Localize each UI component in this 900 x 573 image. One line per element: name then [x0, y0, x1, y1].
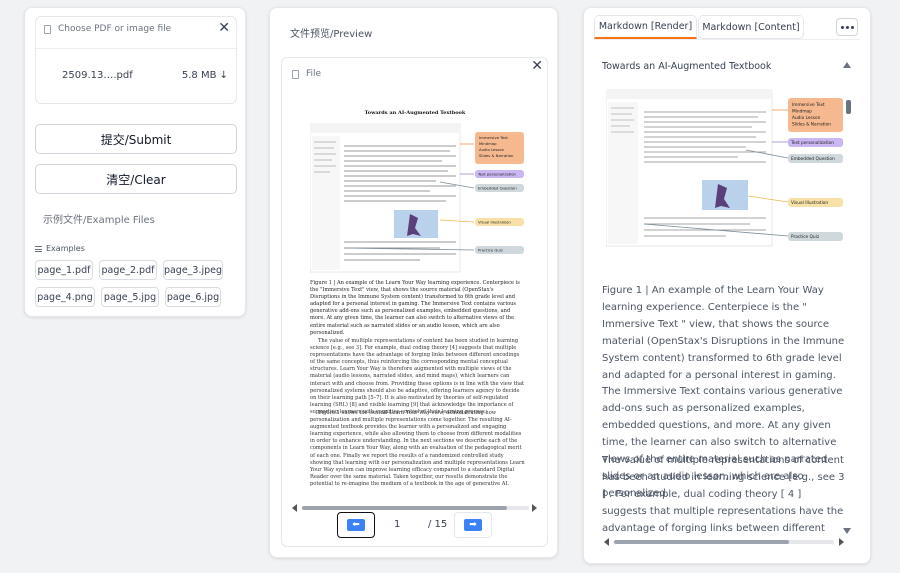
tab-markdown-content[interactable]: Markdown [Content] [698, 15, 804, 39]
scroll-up-arrow[interactable] [843, 62, 851, 68]
divider [36, 48, 236, 49]
example-page-5[interactable]: page_5.jpg [101, 287, 159, 307]
file-icon [44, 24, 51, 34]
example-page-4[interactable]: page_4.png [35, 287, 95, 307]
file-name: 2509.13….pdf [62, 70, 133, 81]
viewer-header: File [292, 69, 321, 79]
scrollbar-thumb[interactable] [614, 540, 789, 544]
markdown-figure: Immersive Text Mindmap Audio Lesson Slid… [606, 89, 843, 247]
close-icon[interactable]: ✕ [531, 59, 543, 73]
more-options-button[interactable] [836, 18, 858, 36]
more-icon-dot [845, 25, 849, 29]
md-callout-visual-illustration: Visual Illustration [791, 200, 828, 206]
clear-button[interactable]: 清空/Clear [35, 164, 237, 194]
examples-header: Examples [35, 244, 85, 253]
callout-text-personalization: Text personalization [477, 172, 517, 177]
example-page-2[interactable]: page_2.pdf [99, 260, 157, 280]
example-files-label: 示例文件/Example Files [43, 215, 155, 226]
callout-audio-lesson: Audio Lesson [479, 147, 505, 152]
callout-practice-quiz: Practice Quiz [478, 248, 503, 253]
md-callout-text-personalization: Text personalization [790, 140, 834, 146]
markdown-panel: Markdown [Render] Markdown [Content] Tow… [583, 7, 871, 564]
callout-immersive-text: Immersive Text [479, 135, 508, 140]
pdf-figure-caption: Figure 1 | An example of the Learn Your … [310, 280, 520, 336]
callout-slides: Slides & Narration [479, 153, 514, 158]
horizontal-scrollbar[interactable] [302, 506, 529, 510]
md-callout-embedded-question: Embedded Question [791, 156, 835, 162]
submit-button[interactable]: 提交/Submit [35, 124, 237, 154]
tab-markdown-render[interactable]: Markdown [Render] [594, 15, 697, 39]
list-icon [35, 245, 42, 252]
callout-mindmap: Mindmap [479, 141, 497, 146]
example-page-3[interactable]: page_3.jpeg [163, 260, 223, 280]
example-page-1[interactable]: page_1.pdf [35, 260, 93, 280]
scroll-right-arrow[interactable] [839, 538, 844, 546]
file-label: File [306, 69, 322, 79]
arrow-right-icon: ➡ [464, 519, 482, 531]
preview-title: 文件预览/Preview [290, 29, 373, 40]
page-number-input[interactable]: 1 [394, 519, 400, 530]
pdf-paragraph-1: The value of multiple representations of… [310, 338, 525, 415]
md-callout-immersive-text: Immersive Text [792, 102, 825, 108]
md-callout-practice-quiz: Practice Quiz [791, 234, 820, 240]
horizontal-scrollbar[interactable] [614, 540, 834, 544]
more-icon [840, 25, 844, 29]
pdf-viewer: File ✕ Towards an AI-Augmented Textbook [281, 57, 548, 547]
upload-header: Choose PDF or image file [36, 17, 236, 41]
md-callout-mindmap: Mindmap [792, 109, 812, 115]
scrollbar-thumb[interactable] [302, 506, 507, 510]
pdf-figure: Immersive Text Mindmap Audio Lesson Slid… [310, 123, 524, 273]
vertical-scrollbar-thumb[interactable] [846, 100, 851, 114]
upload-placeholder: Choose PDF or image file [58, 24, 172, 34]
arrow-left-icon: ⬅ [347, 519, 365, 531]
md-callout-audio-lesson: Audio Lesson [792, 115, 821, 121]
tab-divider [594, 39, 860, 40]
upload-panel: Choose PDF or image file ✕ 2509.13….pdf … [24, 7, 246, 317]
scroll-right-arrow[interactable] [532, 504, 537, 512]
file-upload-box[interactable]: Choose PDF or image file ✕ 2509.13….pdf … [35, 16, 237, 104]
markdown-heading: Towards an AI-Augmented Textbook [602, 61, 772, 72]
prev-page-button[interactable]: ⬅ [337, 512, 375, 538]
uploaded-file-row: 2509.13….pdf 5.8 MB ↓ [62, 70, 228, 81]
more-icon-dot [850, 25, 854, 29]
file-size-download[interactable]: 5.8 MB ↓ [182, 70, 228, 81]
page-total: / 15 [428, 519, 448, 530]
scroll-left-arrow[interactable] [292, 504, 297, 512]
pdf-paragraph-2: Figure 1 shows the central Learn Your Wa… [310, 410, 525, 487]
preview-panel: 文件预览/Preview File ✕ Towards an AI-Augmen… [269, 7, 558, 558]
pdf-page: Towards an AI-Augmented Textbook Immersi… [294, 104, 536, 506]
callout-embedded-question: Embedded Question [478, 186, 517, 191]
example-page-6[interactable]: page_6.jpg [165, 287, 221, 307]
scroll-left-arrow[interactable] [604, 538, 609, 546]
examples-header-label: Examples [46, 244, 85, 253]
scroll-down-arrow[interactable] [843, 528, 851, 534]
pdf-title: Towards an AI-Augmented Textbook [364, 110, 466, 116]
next-page-button[interactable]: ➡ [454, 512, 492, 538]
markdown-paragraph-1: The value of multiple representations of… [602, 455, 845, 534]
callout-visual-illustration: Visual Illustration [478, 220, 511, 225]
file-icon [292, 69, 299, 79]
close-icon[interactable]: ✕ [218, 21, 230, 35]
md-callout-slides: Slides & Narration [792, 122, 831, 128]
